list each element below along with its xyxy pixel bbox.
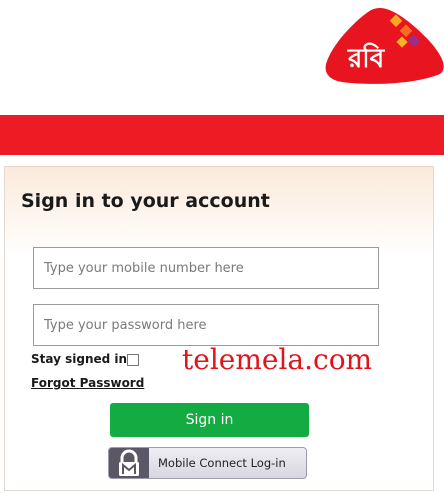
mobile-number-input[interactable] — [33, 247, 379, 289]
watermark-text: telemela.com — [182, 343, 373, 376]
header-band — [0, 115, 444, 155]
logo-text: রবি — [348, 44, 385, 74]
sign-in-button[interactable]: Sign in — [110, 403, 309, 437]
mobile-connect-button[interactable]: Mobile Connect Log-in — [108, 447, 307, 479]
stay-signed-in-checkbox[interactable] — [127, 354, 139, 366]
stay-signed-in-label: Stay signed in — [31, 352, 128, 366]
padlock-icon — [109, 448, 149, 478]
password-input[interactable] — [33, 304, 379, 346]
page-title: Sign in to your account — [21, 190, 270, 212]
mobile-connect-label: Mobile Connect Log-in — [158, 456, 286, 470]
forgot-password-link[interactable]: Forgot Password — [31, 376, 144, 390]
